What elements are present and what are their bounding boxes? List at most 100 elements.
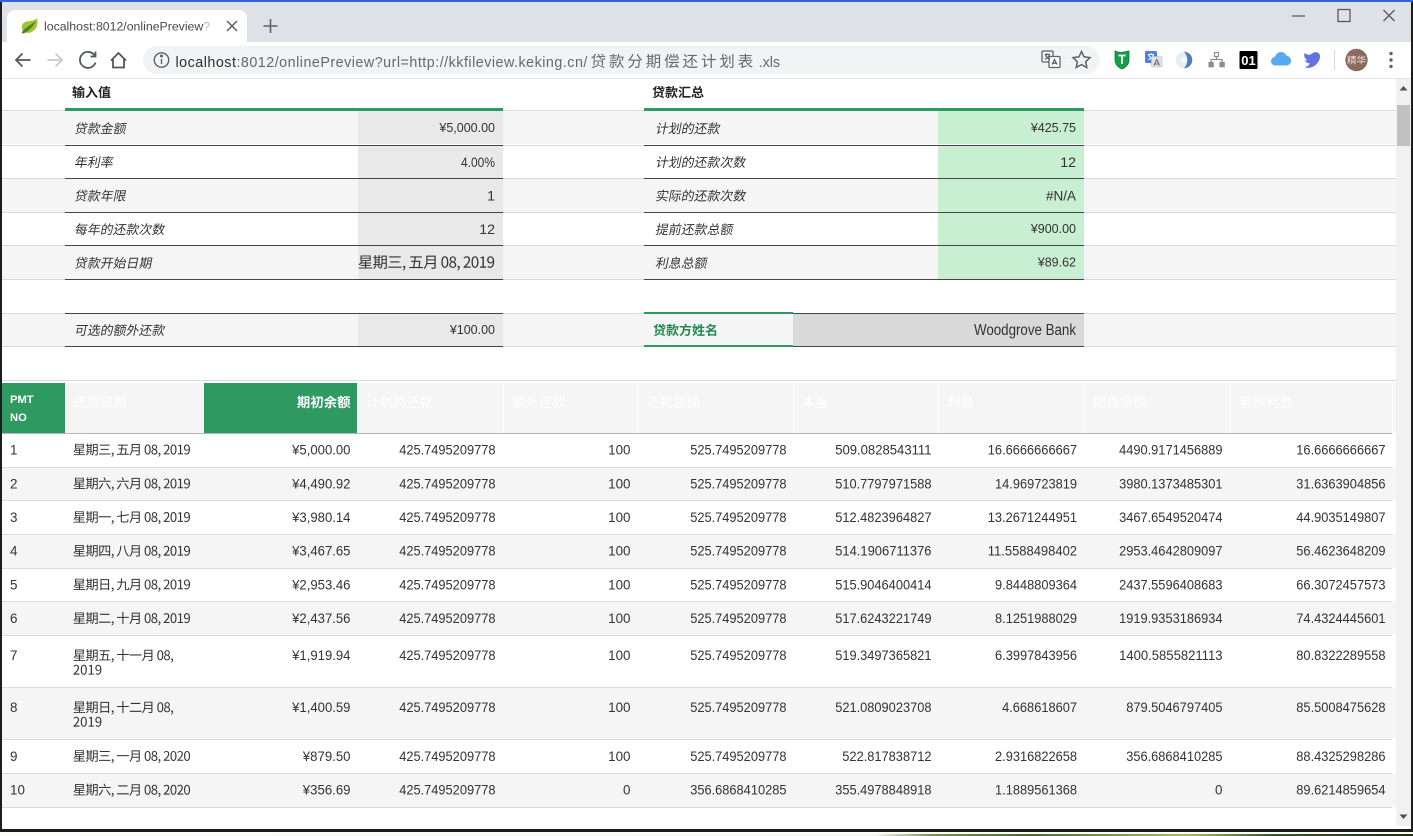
svg-text:¥2,437.56: ¥2,437.56 [291, 611, 350, 626]
svg-text:31.6363904856: 31.6363904856 [1296, 476, 1385, 491]
svg-text:¥4,490.92: ¥4,490.92 [291, 476, 350, 491]
svg-text:.xls: .xls [759, 55, 780, 71]
svg-text:100: 100 [608, 544, 630, 559]
svg-text:0: 0 [623, 783, 630, 798]
svg-text:¥5,000.00: ¥5,000.00 [438, 121, 495, 135]
svg-text:11.5588498402: 11.5588498402 [988, 544, 1077, 559]
svg-text:100: 100 [608, 700, 630, 715]
svg-text:356.6868410285: 356.6868410285 [690, 783, 786, 798]
svg-text:356.6868410285: 356.6868410285 [1126, 749, 1222, 764]
svg-text:100: 100 [608, 510, 630, 525]
svg-text:4: 4 [10, 544, 18, 559]
svg-text:525.7495209778: 525.7495209778 [690, 577, 786, 592]
svg-text:425.7495209778: 425.7495209778 [399, 749, 495, 764]
svg-text:2.9316822658: 2.9316822658 [995, 749, 1077, 764]
svg-text:100: 100 [608, 476, 630, 491]
svg-text:6: 6 [10, 611, 17, 626]
svg-text:525.7495209778: 525.7495209778 [690, 476, 786, 491]
svg-text:16.6666666667: 16.6666666667 [988, 442, 1077, 457]
svg-text:¥5,000.00: ¥5,000.00 [291, 442, 350, 457]
svg-text:10: 10 [10, 783, 25, 798]
svg-text:525.7495209778: 525.7495209778 [690, 611, 786, 626]
svg-text:522.817838712: 522.817838712 [842, 749, 931, 764]
svg-text:¥1,400.59: ¥1,400.59 [291, 700, 350, 715]
svg-text:517.6243221749: 517.6243221749 [835, 611, 931, 626]
svg-text:8: 8 [10, 700, 17, 715]
svg-text:PMT: PMT [10, 394, 34, 406]
svg-text:514.1906711376: 514.1906711376 [835, 544, 931, 559]
svg-text:¥879.50: ¥879.50 [302, 749, 351, 764]
svg-text:¥3,980.14: ¥3,980.14 [291, 510, 351, 525]
svg-text:88.4325298286: 88.4325298286 [1296, 749, 1385, 764]
svg-text:355.4978848918: 355.4978848918 [835, 783, 931, 798]
svg-text:0: 0 [1215, 783, 1222, 798]
svg-text:3980.1373485301: 3980.1373485301 [1119, 476, 1222, 491]
svg-text:515.9046400414: 515.9046400414 [835, 577, 932, 592]
svg-text:85.5008475628: 85.5008475628 [1296, 700, 1385, 715]
svg-text:2: 2 [10, 476, 17, 491]
svg-text:525.7495209778: 525.7495209778 [690, 544, 786, 559]
svg-text:4.00%: 4.00% [461, 155, 495, 171]
svg-text:425.7495209778: 425.7495209778 [399, 476, 495, 491]
svg-text:425.7495209778: 425.7495209778 [399, 544, 495, 559]
svg-text:509.0828543111: 509.0828543111 [835, 442, 931, 457]
svg-text:Woodgrove Bank: Woodgrove Bank [974, 322, 1076, 339]
svg-text:80.8322289558: 80.8322289558 [1296, 648, 1385, 663]
svg-text:525.7495209778: 525.7495209778 [690, 510, 786, 525]
svg-text:localhost:8012/onlinePreview?u: localhost:8012/onlinePreview?url=http://… [176, 55, 588, 71]
svg-text:¥900.00: ¥900.00 [1030, 222, 1076, 236]
svg-text:525.7495209778: 525.7495209778 [690, 700, 786, 715]
svg-text:¥356.69: ¥356.69 [302, 783, 351, 798]
svg-text:2953.4642809097: 2953.4642809097 [1119, 544, 1222, 559]
svg-text:6.3997843956: 6.3997843956 [995, 648, 1077, 663]
svg-text:#N/A: #N/A [1046, 189, 1077, 205]
svg-text:8.1251988029: 8.1251988029 [995, 611, 1077, 626]
svg-text:12: 12 [479, 222, 495, 238]
svg-text:14.969723819: 14.969723819 [995, 476, 1077, 491]
svg-text:525.7495209778: 525.7495209778 [690, 648, 786, 663]
svg-text:74.4324445601: 74.4324445601 [1296, 611, 1385, 626]
svg-text:¥2,953.46: ¥2,953.46 [291, 577, 350, 592]
svg-text:512.4823964827: 512.4823964827 [835, 510, 931, 525]
svg-text:4.668618607: 4.668618607 [1002, 700, 1077, 715]
svg-text:12: 12 [1060, 155, 1076, 171]
svg-text:01: 01 [1241, 53, 1255, 68]
svg-text:16.6666666667: 16.6666666667 [1296, 442, 1385, 457]
svg-text:425.7495209778: 425.7495209778 [399, 783, 495, 798]
svg-text:425.7495209778: 425.7495209778 [399, 611, 495, 626]
svg-text:7: 7 [10, 648, 17, 663]
svg-text:100: 100 [608, 611, 630, 626]
svg-text:525.7495209778: 525.7495209778 [690, 749, 786, 764]
svg-text:¥425.75: ¥425.75 [1030, 121, 1076, 135]
svg-text:1: 1 [487, 189, 495, 205]
svg-text:1919.9353186934: 1919.9353186934 [1119, 611, 1223, 626]
svg-text:3: 3 [10, 510, 17, 525]
svg-text:879.5046797405: 879.5046797405 [1126, 700, 1222, 715]
svg-text:425.7495209778: 425.7495209778 [399, 648, 495, 663]
svg-text:¥3,467.65: ¥3,467.65 [291, 544, 350, 559]
svg-text:¥100.00: ¥100.00 [449, 323, 495, 337]
svg-text:NO: NO [10, 412, 27, 424]
svg-text:¥1,919.94: ¥1,919.94 [291, 648, 351, 663]
svg-text:89.6214859654: 89.6214859654 [1296, 783, 1386, 798]
svg-text:2437.5596408683: 2437.5596408683 [1119, 577, 1222, 592]
svg-text:100: 100 [608, 648, 630, 663]
svg-text:425.7495209778: 425.7495209778 [399, 700, 495, 715]
svg-text:425.7495209778: 425.7495209778 [399, 577, 495, 592]
svg-text:44.9035149807: 44.9035149807 [1296, 510, 1385, 525]
svg-text:9: 9 [10, 749, 17, 764]
svg-text:425.7495209778: 425.7495209778 [399, 510, 495, 525]
svg-text:519.3497365821: 519.3497365821 [835, 648, 931, 663]
svg-text:5: 5 [10, 577, 17, 592]
svg-text:521.0809023708: 521.0809023708 [835, 700, 931, 715]
svg-text:425.7495209778: 425.7495209778 [399, 442, 495, 457]
svg-text:100: 100 [608, 749, 630, 764]
svg-text:localhost:8012/onlinePreview?: localhost:8012/onlinePreview? [44, 20, 210, 34]
svg-text:525.7495209778: 525.7495209778 [690, 442, 786, 457]
svg-text:1: 1 [10, 442, 17, 457]
svg-text:66.3072457573: 66.3072457573 [1296, 577, 1385, 592]
svg-text:1.1889561368: 1.1889561368 [995, 783, 1077, 798]
svg-text:13.2671244951: 13.2671244951 [988, 510, 1077, 525]
svg-text:3467.6549520474: 3467.6549520474 [1119, 510, 1223, 525]
svg-text:¥89.62: ¥89.62 [1037, 256, 1076, 270]
